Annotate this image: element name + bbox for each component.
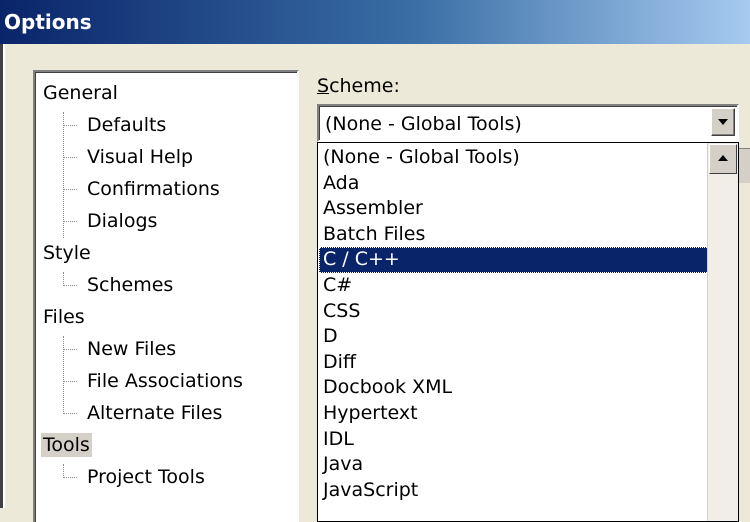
tree-connector	[63, 477, 77, 478]
tree-item-schemes[interactable]: Schemes	[87, 271, 173, 299]
panel-edge	[739, 148, 750, 183]
dropdown-button[interactable]	[711, 108, 735, 136]
tree-item-general[interactable]: General	[43, 79, 118, 107]
tree-connector	[63, 285, 77, 286]
chevron-down-icon	[718, 119, 728, 125]
tree-item-new-files[interactable]: New Files	[87, 335, 176, 363]
scheme-select[interactable]: (None - Global Tools)	[317, 104, 739, 142]
dropdown-option[interactable]: CSS	[319, 299, 711, 325]
dropdown-option[interactable]: Batch Files	[319, 222, 711, 248]
dropdown-option[interactable]: Docbook XML	[319, 375, 711, 401]
tree-connector	[63, 272, 64, 286]
scheme-dropdown-list[interactable]: (None - Global Tools) Ada Assembler Batc…	[317, 142, 739, 522]
tree-item-project-tools[interactable]: Project Tools	[87, 463, 205, 491]
dropdown-option[interactable]: JavaScript	[319, 478, 711, 504]
tree-item-confirmations[interactable]: Confirmations	[87, 175, 220, 203]
tree-item-dialogs[interactable]: Dialogs	[87, 207, 157, 235]
dropdown-option[interactable]: IDL	[319, 427, 711, 453]
tree-item-tools[interactable]: Tools	[41, 431, 92, 459]
tree-item-style[interactable]: Style	[43, 239, 91, 267]
window-title-bar[interactable]: Options	[0, 0, 750, 44]
tree-item-defaults[interactable]: Defaults	[87, 111, 166, 139]
dropdown-option[interactable]: Ada	[319, 171, 711, 197]
dropdown-option[interactable]: Diff	[319, 350, 711, 376]
dropdown-option[interactable]: Java	[319, 452, 711, 478]
tree-connector	[63, 125, 77, 126]
tree-connector	[63, 349, 77, 350]
window-frame-highlight	[3, 44, 5, 508]
dropdown-option[interactable]: Hypertext	[319, 401, 711, 427]
tree-item-file-associations[interactable]: File Associations	[87, 367, 243, 395]
scroll-up-button[interactable]	[709, 144, 737, 174]
arrow-up-icon	[718, 155, 728, 161]
dropdown-option[interactable]: C#	[319, 273, 711, 299]
tree-item-files[interactable]: Files	[43, 303, 85, 331]
tree-connector	[63, 381, 77, 382]
tree-connector	[63, 464, 64, 478]
dropdown-option[interactable]: D	[319, 324, 711, 350]
window-title: Options	[4, 10, 92, 34]
tree-connector	[63, 413, 77, 414]
vertical-scrollbar[interactable]	[707, 143, 738, 521]
scheme-select-value: (None - Global Tools)	[325, 113, 522, 135]
tree-connector	[63, 112, 64, 238]
tree-connector	[63, 221, 77, 222]
dropdown-option[interactable]: (None - Global Tools)	[319, 145, 711, 171]
tree-item-visual-help[interactable]: Visual Help	[87, 143, 193, 171]
tree-connector	[63, 157, 77, 158]
scheme-label: Scheme:	[317, 75, 400, 97]
tree-connector	[63, 189, 77, 190]
dropdown-option-highlighted[interactable]: C / C++	[319, 247, 711, 273]
tree-connector	[63, 336, 64, 414]
options-tree[interactable]: General Defaults Visual Help Confirmatio…	[33, 70, 299, 522]
tree-item-alternate-files[interactable]: Alternate Files	[87, 399, 222, 427]
dropdown-option[interactable]: Assembler	[319, 196, 711, 222]
